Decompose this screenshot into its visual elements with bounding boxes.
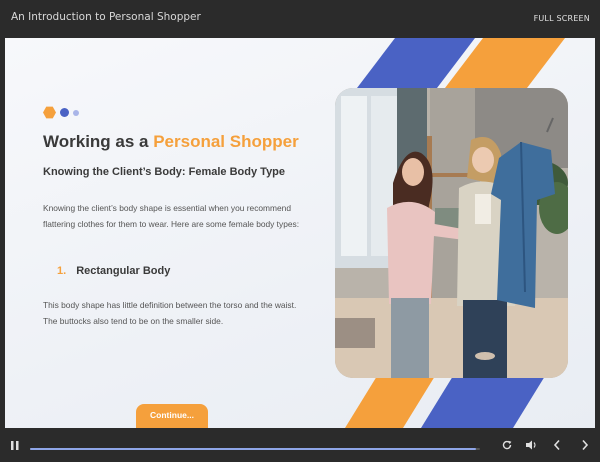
progress-fill <box>30 448 476 450</box>
detail-paragraph: This body shape has little definition be… <box>43 300 297 326</box>
next-icon[interactable] <box>578 438 592 452</box>
decorative-stripes-bottom <box>345 376 545 428</box>
full-screen-button[interactable]: FULL SCREEN <box>534 14 590 23</box>
slide-heading: Working as a Personal Shopper <box>43 132 299 152</box>
heading-text: Working as a <box>43 132 154 151</box>
shopping-photo <box>335 88 568 378</box>
progress-bar[interactable] <box>30 448 480 450</box>
dot-icon <box>73 109 79 116</box>
player-controls <box>0 428 600 462</box>
continue-button[interactable]: Continue... <box>136 404 208 428</box>
heading-accent-text: Personal Shopper <box>153 132 299 151</box>
slide-subheading: Knowing the Client’s Body: Female Body T… <box>43 166 286 178</box>
dot-icon <box>60 108 69 117</box>
course-title: An Introduction to Personal Shopper <box>11 11 201 23</box>
body-type-list-item: 1. Rectangular Body <box>57 265 170 277</box>
shopper-illustration <box>335 88 568 378</box>
volume-icon[interactable] <box>524 438 538 452</box>
pause-icon[interactable] <box>8 438 22 452</box>
list-item-label: Rectangular Body <box>76 265 171 277</box>
player-title-bar: An Introduction to Personal Shopper FULL… <box>0 0 600 38</box>
list-number: 1. <box>57 265 67 277</box>
replay-icon[interactable] <box>500 438 514 452</box>
slide-canvas: Working as a Personal Shopper Knowing th… <box>5 38 595 428</box>
hexagon-icon <box>43 106 56 119</box>
previous-icon[interactable] <box>550 438 564 452</box>
intro-paragraph: Knowing the client’s body shape is essen… <box>43 203 300 229</box>
decorative-dots <box>43 106 79 119</box>
